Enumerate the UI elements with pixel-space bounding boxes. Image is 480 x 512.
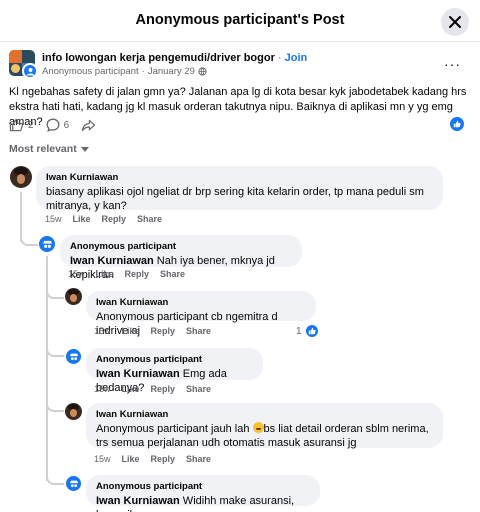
comment-share-link[interactable]: Share <box>186 384 211 394</box>
group-name[interactable]: info lowongan kerja pengemudi/driver bog… <box>42 52 275 64</box>
comment-text: biasany aplikasi ojol ngeliat dr brp ser… <box>46 186 424 212</box>
sort-dropdown[interactable]: Most relevant <box>9 143 89 155</box>
modal-header: Anonymous participant's Post <box>0 0 480 42</box>
comment-like-link[interactable]: Like <box>73 214 91 224</box>
avatar[interactable] <box>65 288 82 305</box>
comment-like-link[interactable]: Like <box>122 326 140 336</box>
reaction-count[interactable]: 1 <box>296 324 319 338</box>
anonymous-icon <box>69 480 78 487</box>
comment-actions: 15w Like Reply Share <box>94 454 211 464</box>
comment-time[interactable]: 15w <box>94 384 111 394</box>
comment-time[interactable]: 15w <box>94 454 111 464</box>
like-reaction-icon[interactable] <box>450 117 464 131</box>
thread-elbow <box>46 289 64 299</box>
comment-share-link[interactable]: Share <box>137 214 162 224</box>
comment-author[interactable]: Iwan Kurniawan <box>46 172 433 183</box>
close-button[interactable] <box>441 8 469 36</box>
comment-reply-link[interactable]: Reply <box>102 214 127 224</box>
more-options-button[interactable]: ··· <box>444 56 461 72</box>
avatar[interactable] <box>39 236 55 252</box>
comment-bubble: Iwan Kurniawan Anonymous participant cb … <box>86 291 316 337</box>
share-action[interactable] <box>81 119 96 132</box>
comment-bubble: Iwan Kurniawan Anonymous participant jau… <box>86 403 443 449</box>
comment-reply-link[interactable]: Reply <box>151 454 176 464</box>
like-count: 2 <box>28 119 34 131</box>
comment-time[interactable]: 15w <box>94 326 111 336</box>
post-author[interactable]: Anonymous participant <box>42 66 139 77</box>
thumbs-up-icon <box>9 118 24 132</box>
mention-tag[interactable]: Iwan Kurniawan <box>70 255 154 267</box>
comment-time[interactable]: 15w <box>45 214 62 224</box>
avatar[interactable] <box>10 166 32 188</box>
thread-elbow <box>46 402 64 412</box>
mention-tag[interactable]: Iwan Kurniawan <box>96 495 180 507</box>
thread-elbow <box>46 347 64 357</box>
post-date[interactable]: January 29 <box>148 66 195 77</box>
globe-icon <box>198 67 207 76</box>
comment-share-link[interactable]: Share <box>160 269 185 279</box>
anonymous-icon <box>42 240 52 248</box>
comment-actions: 15w Like Reply Share <box>94 326 211 336</box>
share-icon <box>81 119 96 131</box>
comment-text: Anonymous participant jauh lah <box>96 423 253 435</box>
anonymous-badge-icon <box>22 63 38 79</box>
comment-reply-link[interactable]: Reply <box>151 384 176 394</box>
comment-bubble: Anonymous participant Iwan Kurniawan Emg… <box>86 348 263 394</box>
laughing-emoji-icon <box>252 422 264 433</box>
close-icon <box>449 16 461 28</box>
comment-author[interactable]: Anonymous participant <box>96 354 253 365</box>
comment-author[interactable]: Anonymous participant <box>70 241 292 252</box>
comment-action[interactable]: 6 <box>46 118 70 132</box>
comment-reply-link[interactable]: Reply <box>151 326 176 336</box>
comment-like-link[interactable]: Like <box>122 454 140 464</box>
comment-time[interactable]: 15w <box>68 269 85 279</box>
comment-share-link[interactable]: Share <box>186 454 211 464</box>
comment-actions: 15w Like Reply Share <box>68 269 185 279</box>
comment-share-link[interactable]: Share <box>186 326 211 336</box>
anonymous-icon <box>69 353 78 360</box>
comment-reply-link[interactable]: Reply <box>125 269 150 279</box>
like-action[interactable]: 2 <box>9 118 34 132</box>
comment-author[interactable]: Iwan Kurniawan <box>96 297 306 308</box>
thread-elbow <box>20 236 38 246</box>
comment-author[interactable]: Iwan Kurniawan <box>96 409 433 420</box>
comment-author[interactable]: Anonymous participant <box>96 481 310 492</box>
avatar[interactable] <box>66 349 81 364</box>
group-line: info lowongan kerja pengemudi/driver bog… <box>42 52 308 64</box>
join-button[interactable]: Join <box>285 52 308 64</box>
caret-down-icon <box>80 146 89 152</box>
post-actions: 2 6 <box>9 116 96 134</box>
like-reaction-icon <box>304 324 319 338</box>
mention-tag[interactable]: Iwan Kurniawan <box>96 368 180 380</box>
avatar[interactable] <box>65 403 82 420</box>
comment-actions: 15w Like Reply Share <box>94 384 211 394</box>
comment-bubble: Anonymous participant Iwan Kurniawan Nah… <box>60 235 302 281</box>
avatar[interactable] <box>66 476 81 491</box>
thread-elbow <box>46 475 64 485</box>
thread-line <box>20 192 22 242</box>
comment-actions: 15w Like Reply Share <box>45 214 162 224</box>
post-meta: Anonymous participant · January 29 <box>42 66 207 77</box>
comment-count: 6 <box>63 119 70 131</box>
comment-like-link[interactable]: Like <box>122 384 140 394</box>
comment-like-link[interactable]: Like <box>96 269 114 279</box>
comment-icon <box>46 118 60 132</box>
comment-bubble: Anonymous participant Iwan Kurniawan Wid… <box>86 475 320 512</box>
comment-bubble: Iwan Kurniawan biasany aplikasi ojol nge… <box>36 166 443 212</box>
modal-title: Anonymous participant's Post <box>135 12 345 28</box>
